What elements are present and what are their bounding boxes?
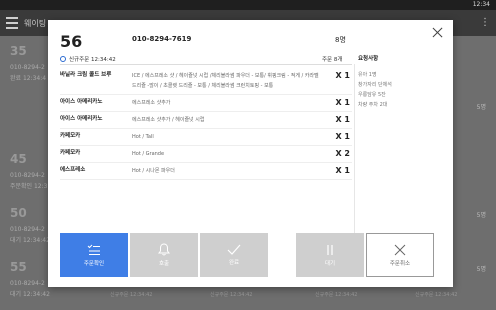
order-count: 주문 8개 bbox=[322, 57, 343, 63]
item-name: 카페모카 bbox=[60, 133, 81, 139]
item-options: 에스프레소 샷추가 bbox=[132, 100, 171, 106]
call-button[interactable]: 호출 bbox=[130, 233, 198, 277]
bg-order-number[interactable]: 35 bbox=[10, 44, 27, 58]
item-qty: X 1 bbox=[335, 132, 350, 141]
divider bbox=[60, 64, 352, 65]
bg-line: 010-8294-2 bbox=[10, 226, 45, 233]
item-name: 에스프레소 bbox=[60, 167, 86, 173]
menu-icon[interactable] bbox=[6, 17, 18, 29]
item-qty: X 1 bbox=[335, 71, 350, 80]
request-line: 우롱담유 5잔 bbox=[358, 92, 386, 98]
item-qty: X 1 bbox=[335, 115, 350, 124]
item-name: 아이스 아메리카노 bbox=[60, 116, 103, 122]
new-order-icon bbox=[60, 56, 66, 62]
order-item: 에스프레소 Hot / 시나몬 파우더 X 1 bbox=[60, 163, 352, 180]
bg-people: 5명 bbox=[476, 104, 486, 111]
bg-line: 010-8294-2 bbox=[10, 64, 45, 71]
wait-button[interactable]: 대기 bbox=[296, 233, 364, 277]
close-x-icon bbox=[394, 244, 406, 255]
item-name: 바닐라 크림 콜드 브루 bbox=[60, 72, 112, 78]
order-item: 아이스 아메리카노 에스프레소 샷추가 / 헤이즐넛 시럽 X 1 bbox=[60, 112, 352, 129]
request-line: 차량 주차 2대 bbox=[358, 102, 388, 108]
order-item: 아이스 아메리카노 에스프레소 샷추가 X 1 bbox=[60, 95, 352, 112]
item-name: 카페모카 bbox=[60, 150, 81, 156]
order-detail-dialog: 56 010-8294-7619 8명 신규주문 12:34:42 주문 8개 … bbox=[48, 20, 453, 287]
status-bar: 12:34 bbox=[0, 0, 496, 10]
close-icon[interactable] bbox=[431, 26, 445, 40]
button-spacer bbox=[270, 233, 294, 277]
request-panel: 요청사항 유아 1명 창가자리 단체석 우롱담유 5잔 차량 주차 2대 bbox=[358, 54, 442, 110]
bg-line: 주문확인 12:3 bbox=[10, 183, 48, 190]
order-item: 카페모카 Hot / Tall X 1 bbox=[60, 129, 352, 146]
bg-people: 5명 bbox=[476, 212, 486, 219]
cancel-order-label: 주문취소 bbox=[389, 260, 411, 267]
order-item: 바닐라 크림 콜드 브루 ICE / 에스프레소 샷 / 헤이즐넛 시럽 /체리… bbox=[60, 68, 352, 95]
complete-button[interactable]: 완료 bbox=[200, 233, 268, 277]
bg-footer: 신규주문 12:34:42 bbox=[210, 292, 253, 298]
item-qty: X 2 bbox=[335, 149, 350, 158]
bg-order-number[interactable]: 55 bbox=[10, 260, 27, 274]
bg-line: 010-8294-2 bbox=[10, 280, 45, 287]
party-size: 8명 bbox=[335, 36, 346, 44]
bg-line: 대기 12:34:42 bbox=[10, 291, 50, 298]
complete-label: 완료 bbox=[228, 260, 240, 266]
vertical-divider bbox=[354, 64, 355, 244]
check-icon bbox=[227, 244, 241, 255]
confirm-order-label: 주문확인 bbox=[83, 260, 105, 267]
more-icon[interactable]: ⋮ bbox=[480, 17, 490, 28]
bg-order-number[interactable]: 45 bbox=[10, 152, 27, 166]
confirm-order-button[interactable]: 주문확인 bbox=[60, 233, 128, 277]
bg-footer: 신규주문 12:34:42 bbox=[315, 292, 358, 298]
bg-order-number[interactable]: 50 bbox=[10, 206, 27, 220]
bg-line: 대기 12:34:42 bbox=[10, 237, 50, 244]
item-options: ICE / 에스프레소 샷 / 헤이즐넛 시럽 /체리블라썸 파우더 - 보통/… bbox=[132, 73, 319, 89]
customer-phone: 010-8294-7619 bbox=[132, 35, 192, 43]
action-bar: 주문확인 호출 완료 대기 주문취소 bbox=[60, 233, 444, 277]
checklist-icon bbox=[87, 244, 100, 255]
status-time: 12:34 bbox=[472, 1, 490, 8]
item-qty: X 1 bbox=[335, 98, 350, 107]
wait-label: 대기 bbox=[324, 260, 336, 267]
call-label: 호출 bbox=[158, 261, 170, 267]
cancel-order-button[interactable]: 주문취소 bbox=[366, 233, 434, 277]
app-title: 웨이팅 bbox=[24, 19, 47, 28]
request-header: 요청사항 bbox=[358, 56, 379, 62]
order-status-text: 신규주문 12:34:42 bbox=[69, 57, 116, 63]
order-status: 신규주문 12:34:42 bbox=[60, 55, 116, 63]
bg-footer: 신규주문 12:34:42 bbox=[415, 292, 458, 298]
pause-icon bbox=[327, 244, 333, 255]
request-line: 유아 1명 bbox=[358, 72, 377, 78]
item-name: 아이스 아메리카노 bbox=[60, 99, 103, 105]
item-options: 에스프레소 샷추가 / 헤이즐넛 시럽 bbox=[132, 117, 205, 123]
order-number: 56 bbox=[60, 32, 83, 51]
item-options: Hot / Grande bbox=[132, 151, 165, 157]
bg-line: 완료 12:34:4 bbox=[10, 75, 47, 82]
item-options: Hot / Tall bbox=[132, 134, 154, 140]
order-items: 바닐라 크림 콜드 브루 ICE / 에스프레소 샷 / 헤이즐넛 시럽 /체리… bbox=[60, 68, 352, 180]
bg-people: 5명 bbox=[476, 266, 486, 273]
bg-footer: 신규주문 12:34:42 bbox=[110, 292, 153, 298]
item-qty: X 1 bbox=[335, 166, 350, 175]
request-line: 창가자리 단체석 bbox=[358, 82, 392, 88]
order-item: 카페모카 Hot / Grande X 2 bbox=[60, 146, 352, 163]
bell-icon bbox=[158, 243, 170, 256]
bg-line: 010-8294-2 bbox=[10, 172, 45, 179]
item-options: Hot / 시나몬 파우더 bbox=[132, 168, 175, 174]
